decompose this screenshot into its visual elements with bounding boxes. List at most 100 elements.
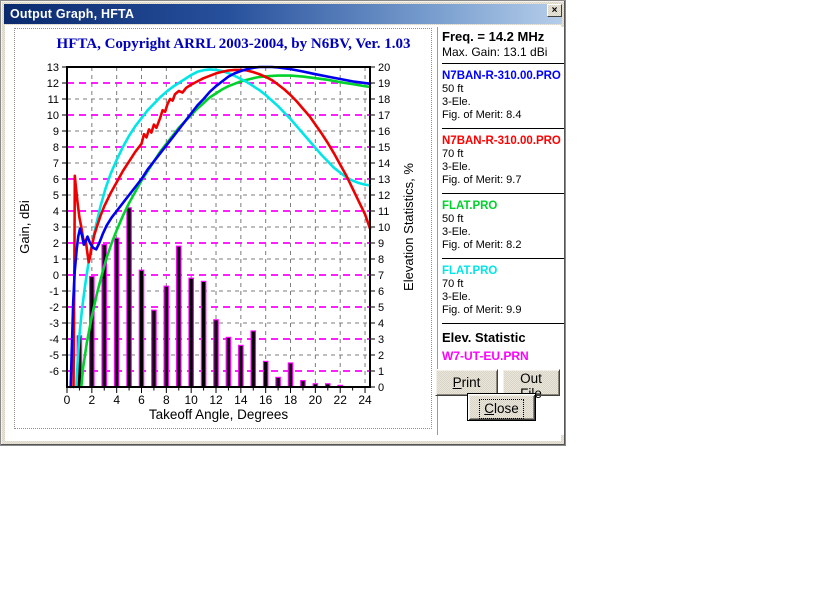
legend-figure-of-merit: Fig. of Merit: 9.7 — [442, 174, 522, 186]
x-tick-label: 24 — [358, 393, 372, 407]
legend-entry: N7BAN-R-310.00.PRO 70 ft 3-Ele. Fig. of … — [442, 129, 564, 194]
legend-antenna-height: 70 ft — [442, 148, 464, 160]
window-title: Output Graph, HFTA — [10, 7, 135, 21]
percent-tick-label: 17 — [378, 110, 390, 122]
elevation-statistic-bar — [163, 285, 170, 388]
legend-file-name: FLAT.PRO — [442, 200, 498, 212]
legend-file-name: N7BAN-R-310.00.PRO — [442, 135, 561, 147]
x-tick-label: 0 — [64, 393, 71, 407]
percent-tick-label: 9 — [378, 238, 384, 250]
percent-tick-label: 7 — [378, 270, 384, 282]
gain-tick-label: 8 — [53, 142, 59, 154]
x-tick-label: 16 — [259, 393, 273, 407]
gain-tick-label: 0 — [53, 270, 59, 282]
x-tick-label: 22 — [334, 393, 348, 407]
close-icon[interactable]: × — [547, 4, 562, 17]
legend-figure-of-merit: Fig. of Merit: 8.4 — [442, 109, 522, 121]
x-tick-label: 6 — [138, 393, 145, 407]
elevation-statistic-bar — [225, 336, 232, 388]
x-tick-label: 8 — [163, 393, 170, 407]
percent-tick-label: 14 — [378, 158, 390, 170]
elev-statistic-heading: Elev. Statistic — [442, 330, 526, 345]
elevation-statistic-bar — [89, 276, 95, 388]
elevation-statistic-bar — [250, 330, 257, 388]
gain-tick-label: 13 — [47, 62, 59, 74]
legend-entry: N7BAN-R-310.00.PRO 50 ft 3-Ele. Fig. of … — [442, 64, 564, 129]
x-tick-label: 14 — [234, 393, 248, 407]
desktop: { "window": { "title": "Output Graph, HF… — [0, 0, 816, 612]
print-button[interactable]: Print — [435, 369, 498, 396]
legend-antenna-type: 3-Ele. — [442, 226, 471, 238]
percent-tick-label: 0 — [378, 382, 384, 394]
gain-tick-label: -2 — [49, 302, 59, 314]
x-axis-label: Takeoff Angle, Degrees — [149, 407, 289, 422]
percent-tick-label: 5 — [378, 302, 384, 314]
legend-antenna-height: 50 ft — [442, 213, 464, 225]
chart-title: HFTA, Copyright ARRL 2003-2004, by N6BV,… — [57, 36, 411, 52]
gain-tick-label: 10 — [47, 110, 59, 122]
gain-tick-label: -5 — [49, 350, 59, 362]
percent-tick-label: 11 — [378, 206, 389, 218]
x-tick-label: 2 — [88, 393, 95, 407]
elevation-statistic-bar — [138, 269, 145, 388]
elev-statistic-file: W7-UT-EU.PRN — [442, 349, 529, 363]
legend-figure-of-merit: Fig. of Merit: 8.2 — [442, 239, 522, 251]
elevation-statistic-bar — [275, 376, 281, 388]
elevation-statistic-bar — [151, 309, 157, 388]
output-chart: HFTA, Copyright ARRL 2003-2004, by N6BV,… — [17, 36, 416, 422]
elevation-statistic-bar — [188, 277, 194, 388]
legend-file-name: FLAT.PRO — [442, 265, 498, 277]
percent-tick-label: 19 — [378, 78, 390, 90]
legend-antenna-type: 3-Ele. — [442, 161, 471, 173]
percent-tick-label: 1 — [378, 366, 384, 378]
percent-tick-label: 4 — [378, 318, 384, 330]
gain-tick-label: 1 — [53, 254, 59, 266]
x-tick-label: 20 — [309, 393, 323, 407]
gain-axis-label: Gain, dBi — [17, 200, 32, 254]
gain-tick-label: -1 — [49, 286, 59, 298]
percent-tick-label: 13 — [378, 174, 390, 186]
title-bar[interactable]: Output Graph, HFTA — [4, 4, 562, 24]
elevation-statistic-bar — [213, 319, 219, 388]
legend-entry: FLAT.PRO 70 ft 3-Ele. Fig. of Merit: 9.9 — [442, 259, 564, 324]
gain-tick-label: 12 — [47, 78, 59, 90]
legend-file-name: N7BAN-R-310.00.PRO — [442, 70, 561, 82]
gain-tick-label: 4 — [53, 206, 59, 218]
elevation-statistic-bar — [262, 360, 269, 388]
percent-tick-label: 12 — [378, 190, 390, 202]
percent-tick-label: 10 — [378, 222, 390, 234]
percent-tick-label: 3 — [378, 334, 384, 346]
max-gain-label: Max. Gain: 13.1 dBi — [442, 45, 564, 64]
elevation-statistic-bar — [200, 280, 207, 388]
percent-tick-label: 20 — [378, 62, 390, 74]
gain-tick-label: 9 — [53, 126, 59, 138]
elevation-statistic-bar — [126, 207, 132, 388]
legend-figure-of-merit: Fig. of Merit: 9.9 — [442, 304, 522, 316]
legend-list: N7BAN-R-310.00.PRO 50 ft 3-Ele. Fig. of … — [442, 64, 564, 324]
legend-antenna-height: 70 ft — [442, 278, 464, 290]
x-tick-label: 10 — [185, 393, 199, 407]
elevation-statistic-bar — [175, 245, 182, 388]
gain-tick-label: -4 — [49, 334, 59, 346]
elevation-statistic-bar — [238, 344, 244, 388]
percent-tick-label: 8 — [378, 254, 384, 266]
frequency-label: Freq. = 14.2 MHz — [442, 29, 545, 44]
output-graph-dialog: Output Graph, HFTA × HFTA, Copyright ARR… — [0, 0, 566, 446]
elevation-statistic-bar — [287, 362, 294, 388]
gain-tick-label: 2 — [53, 238, 59, 250]
elevation-axis-label: Elevation Statistics, % — [401, 163, 416, 291]
gain-tick-label: 3 — [53, 222, 59, 234]
chart-area: HFTA, Copyright ARRL 2003-2004, by N6BV,… — [14, 28, 432, 429]
percent-tick-label: 15 — [378, 142, 390, 154]
close-button[interactable]: Close — [467, 393, 536, 421]
percent-tick-label: 16 — [378, 126, 390, 138]
legend-antenna-type: 3-Ele. — [442, 96, 471, 108]
x-tick-label: 4 — [113, 393, 120, 407]
gain-tick-label: 5 — [53, 190, 59, 202]
legend-entry: FLAT.PRO 50 ft 3-Ele. Fig. of Merit: 8.2 — [442, 194, 564, 259]
gain-tick-label: -3 — [49, 318, 59, 330]
x-tick-label: 18 — [284, 393, 298, 407]
out-file-button[interactable]: Out File — [502, 369, 560, 401]
gain-tick-label: -6 — [49, 366, 59, 378]
gain-tick-label: 11 — [48, 94, 59, 106]
